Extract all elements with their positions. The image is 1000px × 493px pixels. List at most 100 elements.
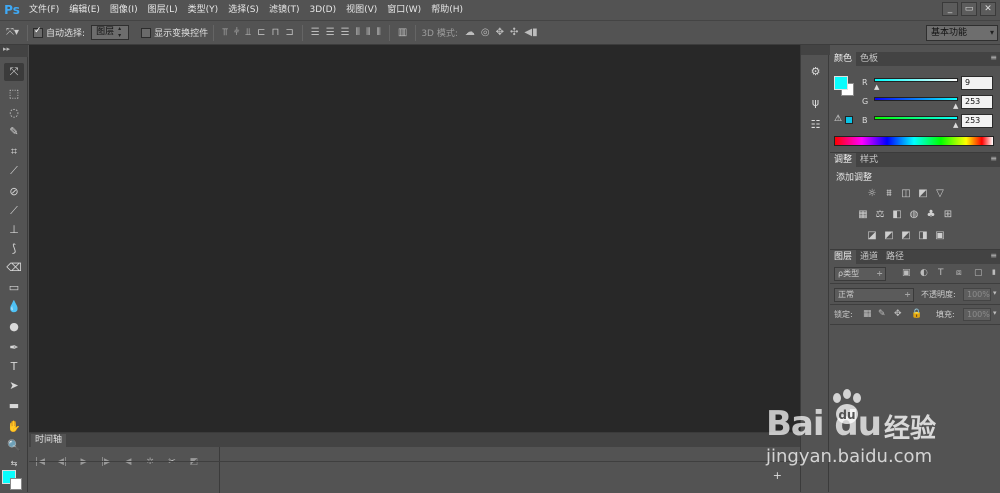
lock-image-icon[interactable]: ✎: [878, 309, 886, 319]
next-frame-icon[interactable]: |▶: [95, 457, 117, 467]
align-vcenter-icon[interactable]: ⫩: [234, 27, 240, 38]
curves-icon[interactable]: ◫: [900, 188, 912, 199]
invert-icon[interactable]: ◪: [866, 230, 878, 241]
red-slider[interactable]: [874, 78, 958, 82]
color-lookup-icon[interactable]: ⊞: [942, 209, 954, 220]
move-tool-preset-icon[interactable]: ⤧▾: [6, 27, 19, 38]
pen-tool-icon[interactable]: ✒: [4, 339, 24, 357]
selective-color-icon[interactable]: ▣: [934, 230, 946, 241]
gradient-map-icon[interactable]: ◨: [917, 230, 929, 241]
menu-view[interactable]: 视图(V): [341, 0, 382, 20]
3d-pan-icon[interactable]: ✥: [496, 27, 504, 38]
color-balance-icon[interactable]: ⚖: [874, 209, 886, 220]
menu-layer[interactable]: 图层(L): [143, 0, 183, 20]
3d-roll-icon[interactable]: ◎: [481, 27, 490, 38]
show-transform-checkbox[interactable]: [141, 27, 152, 38]
gradient-tool-icon[interactable]: ▭: [4, 279, 24, 297]
color-spectrum-bar[interactable]: [834, 136, 994, 146]
history-panel-icon[interactable]: ⚙: [807, 63, 824, 80]
menu-image[interactable]: 图像(I): [105, 0, 143, 20]
photo-filter-icon[interactable]: ◍: [908, 209, 920, 220]
quick-select-tool-icon[interactable]: ✎: [4, 123, 24, 141]
green-value-input[interactable]: 253: [961, 95, 993, 109]
document-canvas-area[interactable]: [29, 45, 800, 432]
brightness-contrast-icon[interactable]: ☼: [866, 188, 878, 199]
audio-icon[interactable]: ◀: [117, 457, 139, 467]
distribute-right-icon[interactable]: ⦀: [376, 27, 380, 38]
crop-tool-icon[interactable]: ⌗: [4, 143, 24, 161]
green-slider[interactable]: [874, 97, 958, 101]
eyedropper-tool-icon[interactable]: ⟋: [4, 162, 24, 180]
path-selection-tool-icon[interactable]: ➤: [4, 377, 24, 395]
green-slider-thumb[interactable]: ▲: [953, 102, 958, 110]
blue-slider[interactable]: [874, 116, 958, 120]
tab-color[interactable]: 颜色: [830, 52, 857, 66]
timeline-track-area[interactable]: [219, 447, 800, 493]
brush-tool-icon[interactable]: ⟋: [4, 202, 24, 220]
tab-channels[interactable]: 通道: [856, 250, 882, 264]
tab-adjustments[interactable]: 调整: [830, 153, 857, 167]
align-top-icon[interactable]: ⫪: [222, 27, 228, 38]
restore-button[interactable]: ▭: [961, 2, 977, 16]
vibrance-icon[interactable]: ▽: [934, 188, 946, 199]
red-slider-thumb[interactable]: ▲: [874, 83, 879, 91]
auto-select-dropdown[interactable]: 图层: [91, 25, 130, 40]
opacity-dropdown-icon[interactable]: ▾: [993, 289, 997, 297]
rectangle-tool-icon[interactable]: ▬: [4, 397, 24, 415]
first-frame-icon[interactable]: |◀: [29, 457, 51, 467]
filter-type-icon[interactable]: T: [938, 268, 944, 278]
dodge-tool-icon[interactable]: ●: [4, 318, 24, 336]
settings-gear-icon[interactable]: ✲: [139, 457, 161, 467]
black-white-icon[interactable]: ◧: [891, 209, 903, 220]
menu-type[interactable]: 类型(Y): [183, 0, 224, 20]
align-left-icon[interactable]: ⊏: [257, 27, 265, 38]
out-of-gamut-warning-icon[interactable]: ⚠: [834, 114, 842, 124]
clone-stamp-tool-icon[interactable]: ⊥: [4, 221, 24, 239]
tab-styles[interactable]: 样式: [856, 153, 882, 167]
distribute-top-icon[interactable]: ☰: [311, 27, 320, 38]
distribute-bottom-icon[interactable]: ☰: [341, 27, 350, 38]
properties-panel-icon[interactable]: ☷: [807, 116, 824, 133]
menu-select[interactable]: 选择(S): [223, 0, 264, 20]
distribute-left-icon[interactable]: ⦀: [356, 27, 360, 38]
panel-menu-icon[interactable]: ≡: [990, 251, 997, 260]
workspace-dropdown[interactable]: 基本功能: [926, 25, 998, 41]
menu-3d[interactable]: 3D(D): [304, 0, 341, 20]
zoom-tool-icon[interactable]: 🔍: [4, 437, 24, 455]
transition-icon[interactable]: ◩: [183, 457, 205, 467]
hue-saturation-icon[interactable]: ▦: [857, 209, 869, 220]
blend-mode-select[interactable]: 正常: [834, 288, 914, 302]
3d-scale-icon[interactable]: ◀▮: [524, 27, 537, 38]
distribute-vcenter-icon[interactable]: ☰: [326, 27, 335, 38]
channel-mixer-icon[interactable]: ♣: [925, 209, 937, 220]
gamut-swatch[interactable]: [845, 116, 853, 124]
eraser-tool-icon[interactable]: ⌫: [4, 259, 24, 277]
panel-menu-icon[interactable]: ≡: [990, 53, 997, 62]
opacity-input[interactable]: 100%: [963, 288, 991, 301]
filter-pixel-icon[interactable]: ▣: [902, 268, 911, 278]
filter-shape-icon[interactable]: ⧈: [956, 268, 962, 278]
red-value-input[interactable]: 9: [961, 76, 993, 90]
menu-edit[interactable]: 编辑(E): [64, 0, 105, 20]
lock-all-icon[interactable]: 🔒: [911, 309, 922, 319]
3d-slide-icon[interactable]: ✣: [510, 27, 518, 38]
tab-timeline[interactable]: 时间轴: [31, 434, 67, 447]
toolbar-header[interactable]: ▸▸: [0, 45, 28, 57]
auto-align-icon[interactable]: ▥: [398, 27, 407, 38]
filter-toggle-icon[interactable]: ▮: [992, 268, 996, 276]
auto-select-checkbox[interactable]: [33, 26, 44, 38]
menu-help[interactable]: 帮助(H): [426, 0, 468, 20]
menu-window[interactable]: 窗口(W): [382, 0, 426, 20]
menu-filter[interactable]: 滤镜(T): [264, 0, 305, 20]
levels-icon[interactable]: ⩩: [883, 188, 895, 199]
hand-tool-icon[interactable]: ✋: [4, 418, 24, 436]
align-bottom-icon[interactable]: ⫫: [246, 27, 252, 38]
align-right-icon[interactable]: ⊐: [285, 27, 293, 38]
fill-dropdown-icon[interactable]: ▾: [993, 309, 997, 317]
blue-value-input[interactable]: 253: [961, 114, 993, 128]
tab-layers[interactable]: 图层: [830, 250, 857, 264]
play-icon[interactable]: ▶: [73, 457, 95, 467]
align-hcenter-icon[interactable]: ⊓: [272, 27, 280, 38]
3d-orbit-icon[interactable]: ☁: [465, 27, 475, 38]
blur-tool-icon[interactable]: 💧: [4, 298, 24, 316]
